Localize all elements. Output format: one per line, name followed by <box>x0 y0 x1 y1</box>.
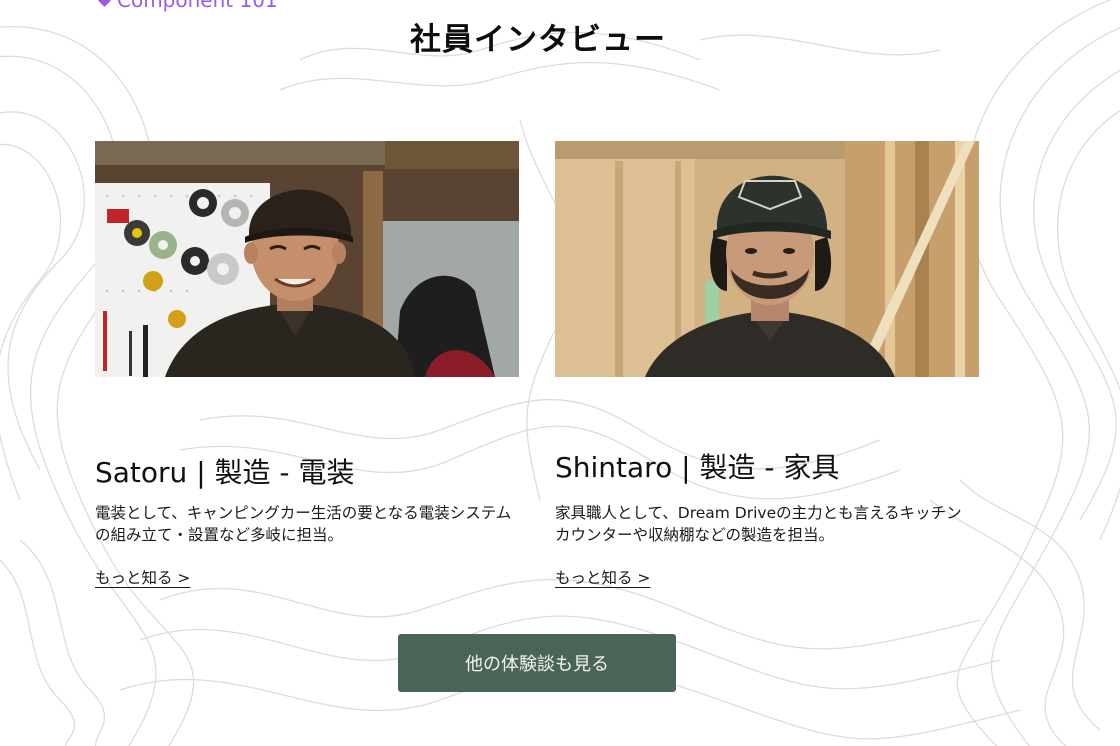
interviewee-description: 家具職人として、Dream Driveの主力とも言えるキッチンカウンターや収納棚… <box>555 504 962 544</box>
interviewee-name: Shintaro | 製造 - 家具 <box>555 451 840 484</box>
person-photo-icon <box>95 141 519 377</box>
diamond-icon <box>98 0 111 7</box>
interview-section: Component 101 社員インタビュー Satoru | 製造 - 電装 … <box>0 0 1120 746</box>
interviewee-name: Satoru | 製造 - 電装 <box>95 456 355 489</box>
interview-photo <box>95 141 519 377</box>
learn-more-link[interactable]: もっと知る > <box>95 566 190 588</box>
component-label: Component 101 <box>117 0 278 12</box>
interview-photo <box>555 141 979 377</box>
see-more-stories-button[interactable]: 他の体験談も見る <box>398 634 676 692</box>
section-title: 社員インタビュー <box>410 22 666 58</box>
person-photo-icon <box>555 141 979 377</box>
interview-card-satoru: Satoru | 製造 - 電装 電装として、キャンピングカー生活の要となる電装… <box>95 141 519 587</box>
component-tag: Component 101 <box>98 0 278 12</box>
learn-more-link[interactable]: もっと知る > <box>555 566 650 588</box>
interviewee-description: 電装として、キャンピングカー生活の要となる電装システムの組み立て・設置など多岐に… <box>95 504 512 544</box>
interview-card-shintaro: Shintaro | 製造 - 家具 家具職人として、Dream Driveの主… <box>555 141 979 587</box>
